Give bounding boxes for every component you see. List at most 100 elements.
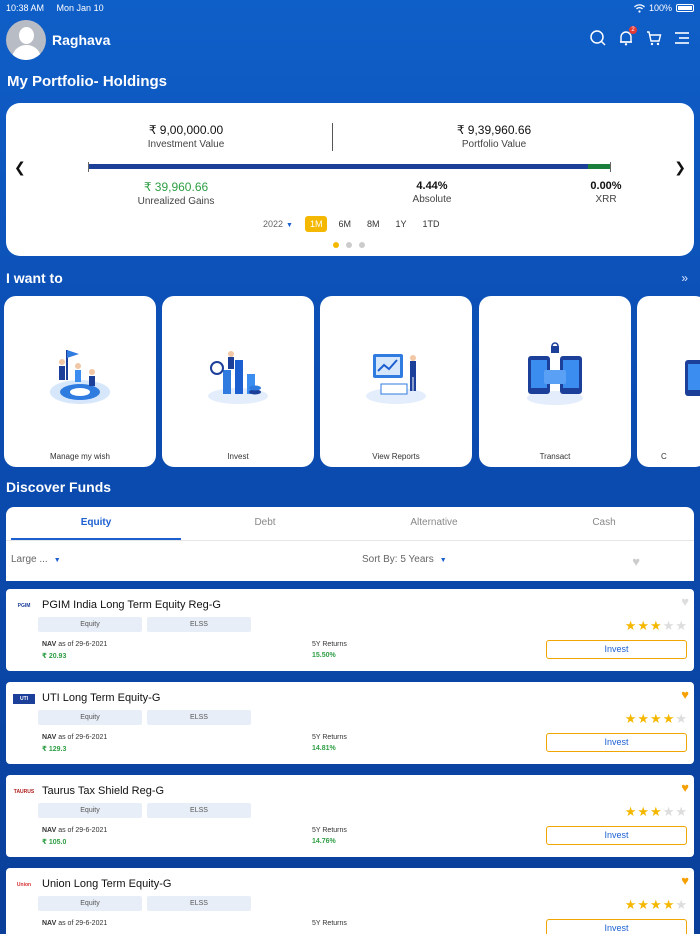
status-bar: 10:38 AM Mon Jan 10 100% [0,0,700,16]
nav-label: NAV as of 29-6-2021 [42,920,108,927]
action-card-transact[interactable]: Transact [479,296,631,467]
heart-icon[interactable]: ♥ [681,594,689,609]
action-label: Invest [227,452,249,461]
battery-percent: 100% [648,3,672,13]
sort-dropdown[interactable]: Sort By: 5 Years ▼ [362,554,447,565]
invest-button[interactable]: Invest [546,640,687,659]
fund-card[interactable]: UTI UTI Long Term Equity-G Equity ELSS N… [6,682,694,764]
page-title: My Portfolio- Holdings [7,73,167,90]
action-card-invest[interactable]: Invest [162,296,314,467]
star-icon: ★ [624,804,638,819]
heart-filter-icon[interactable]: ♥ [632,554,640,569]
action-card-partial[interactable]: C [637,296,700,467]
absolute-block: 4.44% Absolute [382,180,482,205]
fund-tag: Equity [38,617,142,632]
returns-label: 5Y Returns [312,734,347,741]
period-button[interactable]: 8M [362,216,385,232]
star-icon: ★ [675,897,688,912]
heart-icon[interactable]: ♥ [681,687,689,702]
investment-amount: ₹ 9,00,000.00 [148,123,224,137]
wifi-icon [634,3,645,13]
period-button[interactable]: 1TD [418,216,445,232]
carousel-dot[interactable] [346,242,352,248]
star-icon: ★ [624,897,638,912]
star-icon: ★ [624,618,638,633]
nav-label: NAV as of 29-6-2021 [42,641,108,648]
cap-filter-dropdown[interactable]: Large ... ▼ [11,554,61,565]
period-selector: 2022 ▼ 1M 6M 8M 1Y 1TD [263,216,445,232]
nav-value: ₹ 129.3 [42,746,67,753]
sort-label: Sort By: 5 Years [362,554,434,565]
cart-icon[interactable] [646,30,662,46]
i-want-to-title: I want to [6,270,63,286]
star-icon: ★ [662,711,676,726]
star-icon: ★ [662,897,676,912]
star-icon: ★ [650,711,663,726]
avatar[interactable] [6,20,46,60]
carousel-dot[interactable] [359,242,365,248]
heart-icon[interactable]: ♥ [681,873,689,888]
period-button[interactable]: 6M [333,216,356,232]
target-illustration-icon [50,350,110,404]
star-icon: ★ [637,804,651,819]
returns-label: 5Y Returns [312,920,347,927]
tab-alternative[interactable]: Alternative [349,517,519,528]
action-label: View Reports [372,452,420,461]
rating-stars: ★★★★★ [625,804,688,820]
user-name: Raghava [52,32,111,48]
double-chevron-right-icon[interactable]: » [681,271,688,285]
star-icon: ★ [662,618,676,633]
fund-category-panel: Equity Debt Alternative Cash Large ... ▼ … [6,507,694,581]
xrr-value: 0.00% [590,180,622,192]
gains-amount: ₹ 39,960.66 [143,180,209,194]
chevron-left-icon[interactable]: ❮ [14,159,26,176]
fund-tag: ELSS [147,710,251,725]
invest-illustration-icon [208,351,268,404]
fund-tag: ELSS [147,896,251,911]
carousel-dot[interactable] [333,242,339,248]
fund-name: PGIM India Long Term Equity Reg-G [42,599,221,611]
year-dropdown[interactable]: 2022 ▼ [263,219,293,229]
absolute-value: 4.44% [416,180,448,192]
action-card-manage-wish[interactable]: Manage my wish [4,296,156,467]
year-value: 2022 [263,219,284,229]
nav-value: ₹ 105.0 [42,839,67,846]
invest-button[interactable]: Invest [546,919,687,934]
period-button[interactable]: 1Y [391,216,412,232]
period-button[interactable]: 1M [304,216,328,232]
bell-icon[interactable]: 2 [618,26,637,46]
fund-tag: Equity [38,803,142,818]
partial-illustration-icon [685,360,700,396]
progress-fill [89,164,588,169]
investment-value-block: ₹ 9,00,000.00 Investment Value [116,123,256,150]
investment-label: Investment Value [147,139,225,150]
portfolio-progress-bar [88,162,611,172]
returns-value: 15.50% [312,652,336,659]
heart-icon[interactable]: ♥ [681,780,689,795]
star-icon: ★ [650,897,663,912]
invest-button[interactable]: Invest [546,733,687,752]
chevron-right-icon[interactable]: ❯ [674,159,686,176]
nav-label: NAV as of 29-6-2021 [42,827,108,834]
portfolio-summary-card: ₹ 9,00,000.00 Investment Value ₹ 9,39,96… [6,103,694,256]
fund-name: Taurus Tax Shield Reg-G [42,785,165,797]
fund-card[interactable]: TAURUS Taurus Tax Shield Reg-G Equity EL… [6,775,694,857]
star-icon: ★ [637,618,651,633]
tabs-divider [6,540,694,541]
invest-button[interactable]: Invest [546,826,687,845]
battery-icon [676,4,694,12]
xrr-label: XRR [595,194,617,205]
fund-card[interactable]: Union Union Long Term Equity-G Equity EL… [6,868,694,934]
tab-cash[interactable]: Cash [519,517,689,528]
action-card-view-reports[interactable]: View Reports [320,296,472,467]
search-icon[interactable] [590,30,606,46]
xrr-block: 0.00% XRR [566,180,646,205]
tab-equity[interactable]: Equity [11,517,181,528]
star-icon: ★ [637,897,651,912]
fund-card[interactable]: PGIM PGIM India Long Term Equity Reg-G E… [6,589,694,671]
gains-label: Unrealized Gains [137,196,215,207]
tab-debt[interactable]: Debt [180,517,350,528]
menu-icon[interactable] [674,30,690,46]
fund-logo: PGIM [17,603,31,609]
star-icon: ★ [675,804,688,819]
